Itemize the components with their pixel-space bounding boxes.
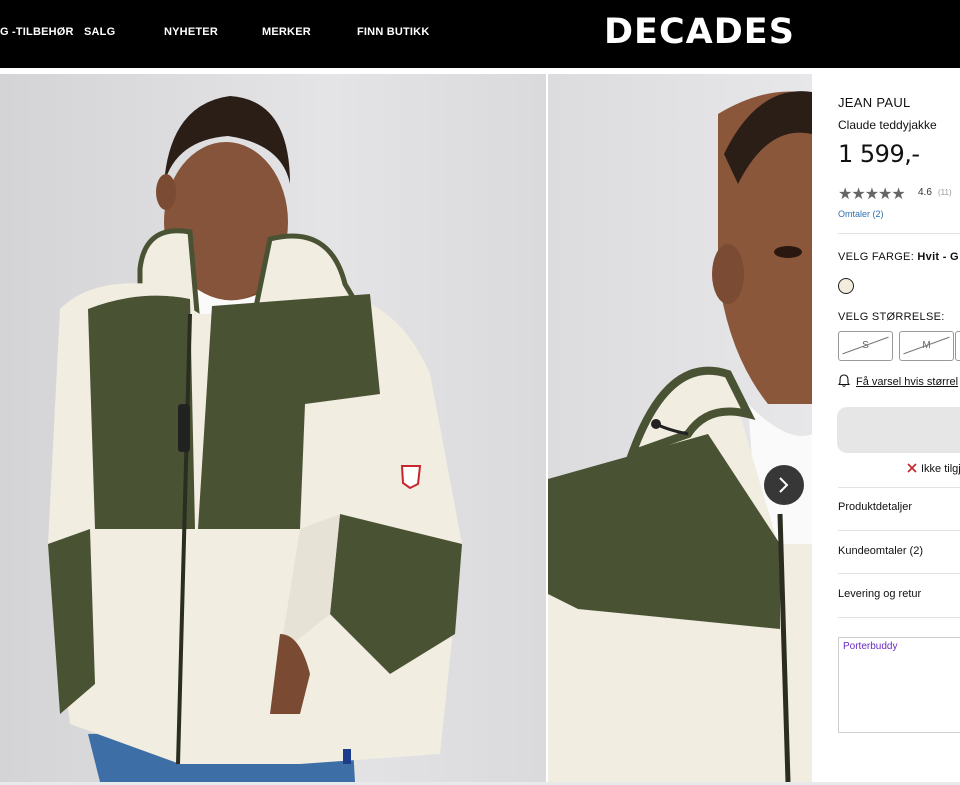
bell-icon — [837, 374, 851, 387]
color-swatch-white[interactable] — [838, 278, 854, 294]
divider — [838, 233, 960, 234]
porterbuddy-widget[interactable]: Porterbuddy — [838, 637, 960, 733]
product-photo-closeup[interactable] — [548, 74, 812, 782]
product-name: Claude teddyjakke — [838, 118, 937, 132]
product-info-panel: JEAN PAUL Claude teddyjakke 1 599,- ★★★★… — [812, 74, 960, 782]
add-to-cart-button[interactable] — [837, 407, 960, 453]
divider — [838, 487, 960, 488]
chevron-right-icon — [779, 477, 789, 493]
porterbuddy-label: Porterbuddy — [843, 641, 898, 652]
close-icon — [907, 463, 917, 473]
model-closeup-illustration — [548, 91, 812, 782]
top-navigation-bar: G -TILBEHØR SALG NYHETER MERKER FINN BUT… — [0, 0, 960, 68]
notify-when-available[interactable]: Få varsel hvis størrel — [837, 374, 959, 388]
product-brand[interactable]: JEAN PAUL — [838, 95, 911, 110]
size-option-more[interactable] — [955, 331, 960, 361]
selected-color: Hvit - G — [917, 251, 959, 263]
divider — [838, 573, 960, 574]
availability-status: Ikke tilgj — [907, 463, 960, 475]
accordion-product-details[interactable]: Produktdetaljer — [838, 501, 912, 513]
nav-item-news[interactable]: NYHETER — [164, 26, 218, 38]
rating-count: (11) — [938, 188, 952, 197]
color-label-text: VELG FARGE: — [838, 251, 915, 263]
site-logo[interactable]: DECADES — [604, 12, 795, 52]
notify-text: Få varsel hvis størrel — [856, 376, 959, 388]
accordion-delivery-returns[interactable]: Levering og retur — [838, 588, 921, 600]
accordion-customer-reviews[interactable]: Kundeomtaler (2) — [838, 545, 923, 557]
nav-item-find-store[interactable]: FINN BUTIKK — [357, 26, 429, 38]
product-photo-main[interactable] — [0, 74, 546, 782]
nav-item-sale[interactable]: SALG — [84, 26, 115, 38]
size-option-s[interactable]: S — [838, 331, 893, 361]
size-label: VELG STØRRELSE: — [838, 311, 945, 323]
product-price: 1 599,- — [838, 140, 920, 168]
reviews-link[interactable]: Omtaler (2) — [838, 209, 884, 219]
rating-stars-icon: ★★★★★ — [838, 186, 906, 203]
rating-value: 4.6 — [918, 187, 932, 198]
divider — [838, 530, 960, 531]
size-option-m[interactable]: M — [899, 331, 954, 361]
nav-item-brands[interactable]: MERKER — [262, 26, 311, 38]
product-image-gallery — [0, 74, 812, 782]
gallery-next-button[interactable] — [764, 465, 804, 505]
nav-item-accessories[interactable]: G -TILBEHØR — [0, 26, 74, 38]
model-wearing-jacket-illustration — [48, 96, 462, 782]
color-label: VELG FARGE: Hvit - G — [838, 251, 959, 263]
availability-text: Ikke tilgj — [921, 463, 960, 475]
divider — [838, 617, 960, 618]
